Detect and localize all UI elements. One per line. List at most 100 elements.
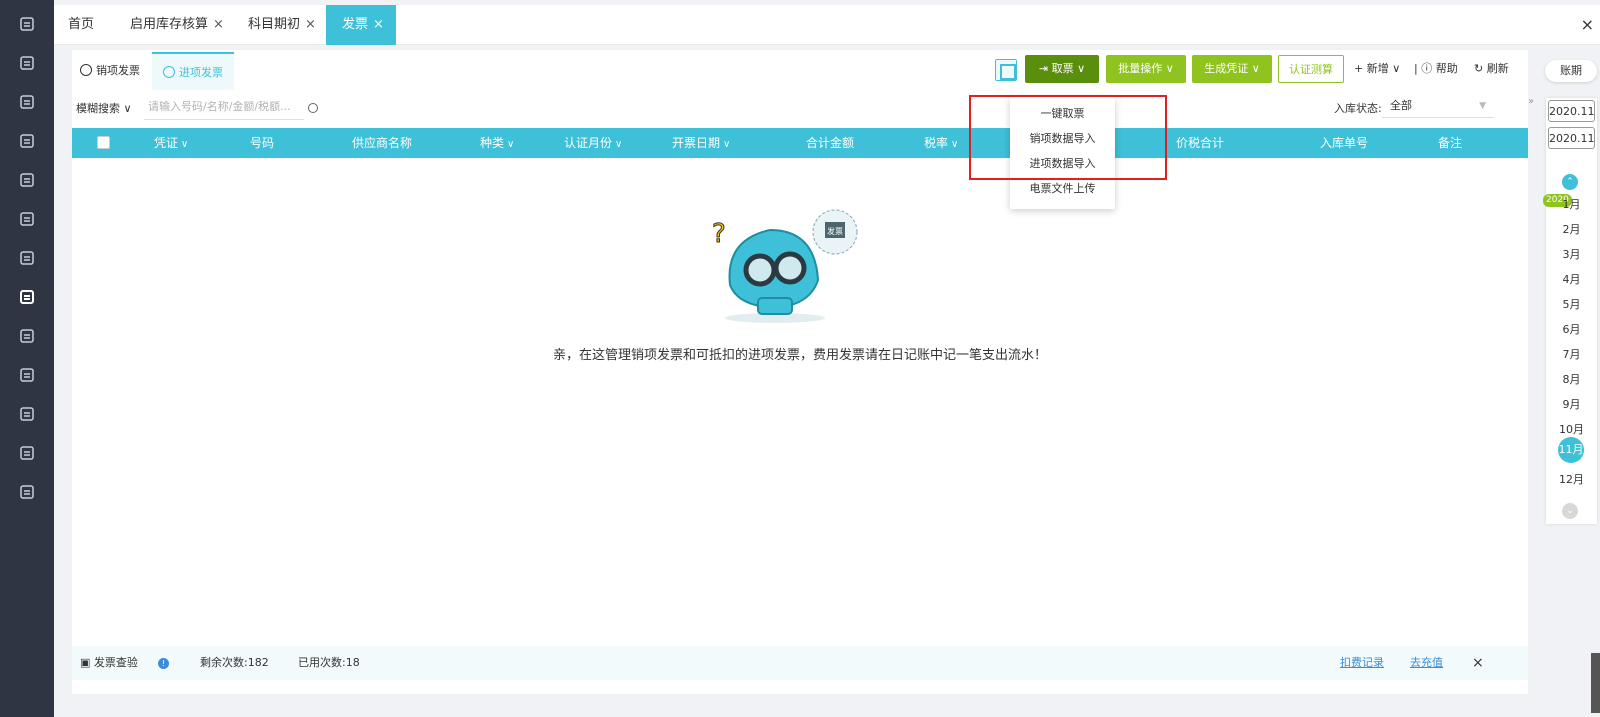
stats-icon[interactable]	[0, 239, 54, 277]
scroll-down-icon[interactable]: ⌄	[1562, 503, 1578, 519]
column-header: 备注	[1438, 128, 1462, 158]
column-label: 备注	[1438, 136, 1463, 150]
column-header[interactable]: 开票日期 ∨	[672, 128, 730, 158]
close-icon[interactable]: ×	[213, 17, 224, 32]
info-dot: !	[158, 658, 169, 669]
tab-label: 启用库存核算	[130, 17, 209, 32]
help-button[interactable]: | ⓘ 帮助	[1414, 55, 1458, 83]
month-item[interactable]: 1月	[1546, 196, 1597, 212]
column-header[interactable]: 种类 ∨	[480, 128, 514, 158]
column-header: 供应商名称	[352, 128, 412, 158]
month-item[interactable]: 9月	[1546, 396, 1597, 412]
tab-label: 发票	[342, 17, 369, 32]
search-mode-select[interactable]: 模糊搜索 ∨	[76, 100, 132, 116]
column-label: 凭证	[154, 136, 179, 150]
column-label: 种类	[480, 136, 505, 150]
button-label: 帮助	[1435, 62, 1458, 75]
window-scrollbar[interactable]	[1591, 653, 1600, 713]
invoice-icon[interactable]	[0, 278, 54, 316]
month-item[interactable]: 12月	[1546, 471, 1597, 487]
money-bag-icon[interactable]	[0, 161, 54, 199]
batch-operation-button[interactable]: 批量操作 ∨	[1106, 55, 1186, 83]
column-label: 税率	[924, 136, 949, 150]
month-item[interactable]: 11月	[1558, 437, 1584, 463]
search-icon[interactable]	[308, 103, 318, 113]
search-doc-icon[interactable]	[0, 44, 54, 82]
chevron-down-icon: ∨	[615, 139, 623, 150]
column-header[interactable]: 凭证 ∨	[154, 128, 188, 158]
ledger-icon[interactable]	[0, 83, 54, 121]
select-all-checkbox[interactable]	[97, 136, 110, 149]
qr-code-button[interactable]	[995, 59, 1017, 81]
month-item[interactable]: 5月	[1546, 296, 1597, 312]
close-icon[interactable]: ×	[1472, 646, 1484, 680]
stock-status-select[interactable]: 全部 ▼	[1382, 94, 1494, 118]
period-start[interactable]: 2020.11	[1548, 100, 1595, 122]
month-item[interactable]: 8月	[1546, 371, 1597, 387]
invoice-check-bar: ▣ 发票查验 ! 剩余次数:182 已用次数:18 扣费记录 去充值 ×	[72, 646, 1528, 680]
close-all-icon[interactable]: ×	[1581, 5, 1594, 45]
period-title: 账期	[1545, 60, 1597, 82]
home-icon[interactable]	[0, 5, 54, 43]
scroll-up-icon[interactable]: ⌃	[1562, 174, 1578, 190]
report-icon[interactable]	[0, 200, 54, 238]
column-label: 号码	[250, 136, 275, 150]
column-label: 供应商名称	[352, 136, 413, 150]
building-icon[interactable]	[0, 356, 54, 394]
chevron-down-icon: ∨	[181, 139, 189, 150]
close-icon[interactable]: ×	[373, 17, 384, 32]
remaining-value: 182	[247, 656, 269, 669]
remaining-count: 剩余次数:182	[200, 646, 269, 680]
coins-icon[interactable]	[0, 395, 54, 433]
top-tab-bar: 首页 启用库存核算 × 科目期初 × 发票 × ×	[54, 5, 1600, 45]
doc-check-icon[interactable]	[0, 434, 54, 472]
used-label: 已用次数:	[298, 656, 346, 669]
home-icon	[163, 66, 175, 78]
month-item[interactable]: 6月	[1546, 321, 1597, 337]
period-end[interactable]: 2020.11	[1548, 127, 1595, 149]
caret-down-icon: ▼	[1479, 101, 1486, 111]
column-label: 入库单号	[1320, 136, 1369, 150]
used-value: 18	[345, 656, 360, 669]
scan-icon: ▣	[80, 656, 94, 669]
tab-label: 进项发票	[179, 66, 223, 79]
tab-purchase-invoice[interactable]: 进项发票	[152, 52, 234, 90]
tab-sales-invoice[interactable]: 销项发票	[80, 52, 140, 90]
chart-icon[interactable]	[0, 122, 54, 160]
left-nav-rail	[0, 0, 54, 717]
month-item[interactable]: 7月	[1546, 346, 1597, 362]
column-header[interactable]: 认证月份 ∨	[564, 128, 622, 158]
settings-icon[interactable]	[0, 473, 54, 511]
refresh-button[interactable]: ↻ 刷新	[1474, 55, 1509, 83]
month-item[interactable]: 10月	[1546, 421, 1597, 437]
search-input[interactable]	[144, 94, 304, 120]
used-count: 已用次数:18	[298, 646, 360, 680]
tab-label: 首页	[68, 17, 95, 32]
month-item[interactable]: 4月	[1546, 271, 1597, 287]
wallet-icon[interactable]	[0, 317, 54, 355]
empty-state-message: 亲，在这管理销项发票和可抵扣的进项发票，费用发票请在日记账中记一笔支出流水！	[552, 348, 1047, 363]
close-icon[interactable]: ×	[305, 17, 316, 32]
tab-inventory-setup[interactable]: 启用库存核算 ×	[130, 5, 224, 45]
button-label: 取票	[1051, 62, 1074, 75]
month-item[interactable]: 2月	[1546, 221, 1597, 237]
chevron-down-icon: ∨	[951, 139, 959, 150]
generate-voucher-button[interactable]: 生成凭证 ∨	[1192, 55, 1272, 83]
fetch-invoice-button[interactable]: ⇥ 取票 ∨	[1025, 55, 1099, 83]
auth-estimate-button[interactable]: 认证测算	[1278, 55, 1344, 83]
month-item[interactable]: 3月	[1546, 246, 1597, 262]
table-header: 凭证 ∨ 号码 供应商名称 种类 ∨ 认证月份 ∨ 开票日期 ∨ 合计金额 税率 ∨ 价税合计 入库单号 备注	[72, 128, 1528, 158]
tab-home[interactable]: 首页	[68, 5, 94, 45]
button-label: 生成凭证	[1204, 62, 1249, 75]
tab-opening-balance[interactable]: 科目期初 ×	[248, 5, 316, 45]
home-icon	[80, 64, 92, 76]
remaining-label: 剩余次数:	[200, 656, 248, 669]
column-header[interactable]: 税率 ∨	[924, 128, 958, 158]
chevron-down-icon: ∨	[1388, 62, 1401, 75]
expand-icon[interactable]: »	[1528, 96, 1534, 107]
tab-invoice[interactable]: 发票 ×	[326, 5, 396, 45]
deduction-record-link[interactable]: 扣费记录	[1340, 646, 1384, 680]
add-button[interactable]: + 新增 ∨	[1354, 55, 1400, 83]
info-icon[interactable]: !	[158, 646, 169, 680]
recharge-link[interactable]: 去充值	[1410, 646, 1443, 680]
